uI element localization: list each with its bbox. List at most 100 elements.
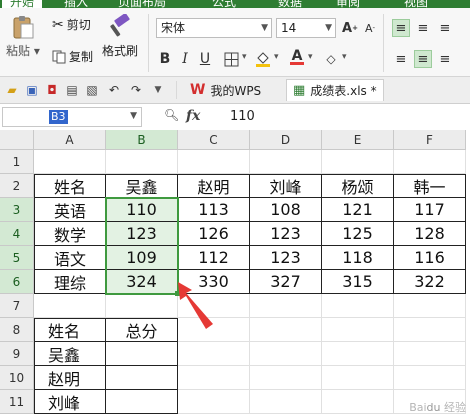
- cell-D7[interactable]: [250, 294, 322, 318]
- open-folder-icon[interactable]: ▰: [4, 82, 20, 98]
- column-header-C[interactable]: C: [178, 130, 250, 150]
- cell-F1[interactable]: [394, 150, 466, 174]
- chevron-down-icon[interactable]: ▼: [130, 111, 137, 121]
- column-header-A[interactable]: A: [34, 130, 106, 150]
- cell-F5[interactable]: 116: [394, 246, 466, 270]
- row-header-9[interactable]: 9: [0, 342, 34, 366]
- align-top-icon[interactable]: ≡: [392, 19, 410, 37]
- tab-my-wps[interactable]: W 我的WPS: [184, 79, 267, 101]
- zoom-icon[interactable]: 🔍︎: [164, 108, 179, 122]
- cell-A1[interactable]: [34, 150, 106, 174]
- cell-F7[interactable]: [394, 294, 466, 318]
- font-size-select[interactable]: 14 ▼: [276, 18, 336, 38]
- cell-D2[interactable]: 刘峰: [250, 174, 322, 198]
- chevron-down-icon[interactable]: ▼: [150, 82, 166, 98]
- tab-view[interactable]: 视图: [404, 0, 428, 8]
- chevron-down-icon[interactable]: ▾: [274, 52, 279, 62]
- print-icon[interactable]: ▤: [64, 82, 80, 98]
- tab-review[interactable]: 审阅: [336, 0, 360, 8]
- cell-E1[interactable]: [322, 150, 394, 174]
- cell-C11[interactable]: [178, 390, 250, 414]
- tab-insert[interactable]: 插入: [64, 0, 88, 8]
- select-all-corner[interactable]: [0, 130, 34, 150]
- cell-A6[interactable]: 理综: [34, 270, 106, 294]
- align-left-icon[interactable]: ≡: [392, 50, 410, 68]
- clear-format-icon[interactable]: ◇: [322, 50, 340, 68]
- cell-A7[interactable]: [34, 294, 106, 318]
- cell-E8[interactable]: [322, 318, 394, 342]
- italic-button[interactable]: I: [176, 50, 194, 68]
- cell-E11[interactable]: [322, 390, 394, 414]
- cell-A11[interactable]: 刘峰: [34, 390, 106, 414]
- tab-spreadsheet-file[interactable]: ▦ 成绩表.xls *: [286, 79, 384, 101]
- cell-B9[interactable]: [106, 342, 178, 366]
- cell-B4[interactable]: 123: [106, 222, 178, 246]
- cell-D9[interactable]: [250, 342, 322, 366]
- cell-B1[interactable]: [106, 150, 178, 174]
- cell-F3[interactable]: 117: [394, 198, 466, 222]
- cell-F10[interactable]: [394, 366, 466, 390]
- align-middle-icon[interactable]: ≡: [414, 19, 432, 37]
- cell-F6[interactable]: 322: [394, 270, 466, 294]
- cell-F8[interactable]: [394, 318, 466, 342]
- cell-B11[interactable]: [106, 390, 178, 414]
- row-header-6[interactable]: 6: [0, 270, 34, 294]
- row-header-3[interactable]: 3: [0, 198, 34, 222]
- cell-E10[interactable]: [322, 366, 394, 390]
- underline-button[interactable]: U: [196, 50, 214, 68]
- cell-C4[interactable]: 126: [178, 222, 250, 246]
- tab-data[interactable]: 数据: [278, 0, 302, 8]
- cell-E6[interactable]: 315: [322, 270, 394, 294]
- name-box[interactable]: B3 ▼: [2, 107, 142, 127]
- save-icon[interactable]: ▣: [24, 82, 40, 98]
- row-header-5[interactable]: 5: [0, 246, 34, 270]
- row-header-2[interactable]: 2: [0, 174, 34, 198]
- cell-B10[interactable]: [106, 366, 178, 390]
- chevron-down-icon[interactable]: ▾: [308, 52, 313, 62]
- copy-button[interactable]: 复制: [52, 48, 93, 65]
- cell-E4[interactable]: 125: [322, 222, 394, 246]
- chevron-down-icon[interactable]: ▾: [342, 52, 347, 62]
- cell-B5[interactable]: 109: [106, 246, 178, 270]
- redo-icon[interactable]: ↷: [128, 82, 144, 98]
- fill-handle[interactable]: [175, 291, 180, 296]
- insert-function-button[interactable]: fx: [186, 108, 200, 124]
- cell-C9[interactable]: [178, 342, 250, 366]
- font-name-select[interactable]: 宋体 ▼: [156, 18, 272, 38]
- align-bottom-icon[interactable]: ≡: [436, 19, 454, 37]
- cell-E3[interactable]: 121: [322, 198, 394, 222]
- cell-D10[interactable]: [250, 366, 322, 390]
- cell-A5[interactable]: 语文: [34, 246, 106, 270]
- export-pdf-icon[interactable]: ◘: [44, 82, 60, 98]
- cell-B8[interactable]: 总分: [106, 318, 178, 342]
- fill-color-button[interactable]: [254, 50, 272, 68]
- cell-E5[interactable]: 118: [322, 246, 394, 270]
- format-painter-button[interactable]: 格式刷: [102, 14, 138, 59]
- cell-D1[interactable]: [250, 150, 322, 174]
- bold-button[interactable]: B: [156, 50, 174, 68]
- cell-C2[interactable]: 赵明: [178, 174, 250, 198]
- cell-C3[interactable]: 113: [178, 198, 250, 222]
- increase-font-icon[interactable]: A +: [341, 19, 359, 37]
- cell-B6[interactable]: 324: [106, 270, 178, 294]
- cell-F2[interactable]: 韩一: [394, 174, 466, 198]
- cell-C6[interactable]: 330: [178, 270, 250, 294]
- cell-C5[interactable]: 112: [178, 246, 250, 270]
- tab-formulas[interactable]: 公式: [212, 0, 236, 8]
- row-header-10[interactable]: 10: [0, 366, 34, 390]
- cell-A8[interactable]: 姓名: [34, 318, 106, 342]
- print-preview-icon[interactable]: ▧: [84, 82, 100, 98]
- row-header-4[interactable]: 4: [0, 222, 34, 246]
- row-header-11[interactable]: 11: [0, 390, 34, 414]
- row-header-8[interactable]: 8: [0, 318, 34, 342]
- cell-D5[interactable]: 123: [250, 246, 322, 270]
- cell-B2[interactable]: 吴鑫: [106, 174, 178, 198]
- cell-C10[interactable]: [178, 366, 250, 390]
- tab-home[interactable]: 开始: [2, 0, 43, 8]
- row-header-1[interactable]: 1: [0, 150, 34, 174]
- cell-E2[interactable]: 杨颂: [322, 174, 394, 198]
- chevron-down-icon[interactable]: ▾: [242, 52, 247, 62]
- borders-button[interactable]: [222, 50, 240, 68]
- column-header-E[interactable]: E: [322, 130, 394, 150]
- cell-F9[interactable]: [394, 342, 466, 366]
